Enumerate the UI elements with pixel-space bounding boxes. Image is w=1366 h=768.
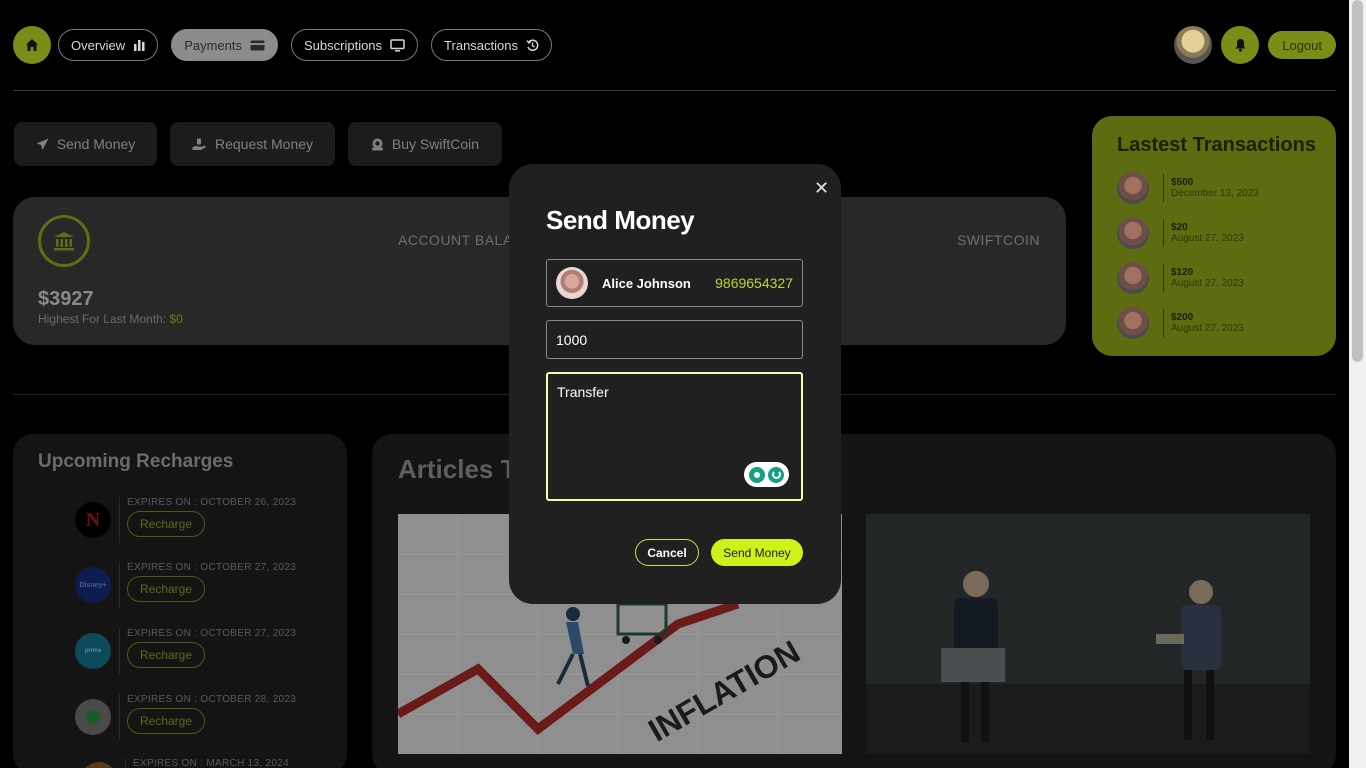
coins-icon	[371, 138, 383, 150]
service-logo	[81, 762, 117, 768]
upcoming-recharges-panel: Upcoming Recharges N EXPIRES ON : OCTOBE…	[13, 434, 347, 768]
avatar	[1117, 216, 1149, 249]
logout-button[interactable]: Logout	[1268, 31, 1336, 59]
latest-transactions-panel: Lastest Transactions $500 December 13, 20…	[1092, 116, 1336, 356]
send-money-modal: ✕ Send Money Alice Johnson 9869654327 Tr…	[509, 164, 841, 604]
divider	[1163, 173, 1164, 202]
latest-transactions-title: Lastest Transactions	[1117, 134, 1316, 156]
transaction-amount: $120	[1171, 266, 1194, 278]
divider	[119, 497, 120, 543]
recharge-expiry: EXPIRES ON : OCTOBER 27, 2023	[127, 562, 297, 573]
avatar	[556, 267, 588, 299]
buy-swiftcoin-action-button[interactable]: Buy SwiftCoin	[348, 122, 502, 166]
transaction-row[interactable]: $20 August 27, 2023	[1117, 210, 1311, 255]
recipient-field[interactable]: Alice Johnson 9869654327	[546, 259, 803, 307]
bar-chart-icon	[134, 40, 145, 51]
upcoming-recharges-title: Upcoming Recharges	[38, 451, 234, 472]
recharge-expiry: EXPIRES ON : OCTOBER 26, 2023	[127, 497, 297, 508]
recipient-name: Alice Johnson	[602, 275, 691, 291]
divider	[119, 562, 120, 608]
transaction-date: August 27, 2023	[1171, 277, 1244, 289]
grammar-assistant-widget[interactable]	[744, 462, 789, 487]
recharge-button[interactable]: Recharge	[127, 511, 205, 537]
nav-transactions-label: Transactions	[444, 37, 518, 53]
balance-amount: $3927	[38, 288, 94, 310]
bank-icon	[54, 232, 74, 251]
divider	[119, 628, 120, 674]
home-button[interactable]	[13, 26, 51, 64]
nav-subscriptions[interactable]: Subscriptions	[291, 29, 419, 61]
balance-highest-value: $0	[169, 312, 183, 326]
business-illustration	[866, 514, 1310, 754]
buy-swiftcoin-action-label: Buy SwiftCoin	[391, 136, 480, 152]
modal-title: Send Money	[546, 205, 695, 235]
nav-payments-label: Payments	[184, 37, 242, 53]
balance-highest: Highest For Last Month: $0	[38, 312, 183, 326]
recipient-phone: 9869654327	[715, 275, 793, 291]
transaction-row[interactable]: $120 August 27, 2023	[1117, 255, 1311, 300]
close-icon[interactable]: ✕	[814, 179, 829, 197]
divider	[13, 90, 1336, 91]
bank-icon-ring	[38, 215, 90, 267]
nav-right: Logout	[1174, 26, 1336, 64]
user-avatar[interactable]	[1174, 26, 1213, 64]
spotify-logo	[75, 699, 111, 735]
avatar	[1117, 261, 1149, 294]
transaction-date: August 27, 2023	[1171, 322, 1244, 334]
transaction-row[interactable]: $500 December 13, 2023	[1117, 165, 1311, 210]
transaction-row[interactable]: $200 August 27, 2023	[1117, 300, 1311, 345]
recharge-expiry: EXPIRES ON : MARCH 13, 2024	[133, 758, 289, 768]
nav-subscriptions-label: Subscriptions	[304, 37, 383, 53]
divider	[1163, 308, 1164, 337]
netflix-logo: N	[75, 502, 111, 538]
send-money-action-label: Send Money	[56, 136, 136, 152]
send-money-button[interactable]: Send Money	[711, 539, 803, 566]
recharge-button[interactable]: Recharge	[127, 576, 205, 602]
bell-icon	[1235, 39, 1246, 52]
monitor-icon	[390, 38, 405, 51]
transaction-date: August 27, 2023	[1171, 232, 1244, 244]
nav-transactions[interactable]: Transactions	[431, 29, 552, 61]
divider	[1163, 218, 1164, 247]
recharge-button[interactable]: Recharge	[127, 642, 205, 668]
history-icon	[526, 39, 539, 51]
article-image-business[interactable]	[866, 514, 1310, 754]
request-money-action-label: Request Money	[214, 136, 314, 152]
transaction-amount: $20	[1171, 221, 1188, 233]
nav-overview-label: Overview	[71, 37, 126, 53]
cancel-button[interactable]: Cancel	[635, 539, 699, 566]
request-money-action-button[interactable]: Request Money	[170, 122, 335, 166]
amount-input[interactable]	[546, 320, 803, 359]
recharge-expiry: EXPIRES ON : OCTOBER 27, 2023	[127, 628, 297, 639]
avatar	[1117, 306, 1149, 339]
disney-hotstar-logo: Disney+	[75, 567, 111, 603]
divider	[1163, 263, 1164, 292]
spinner-icon	[768, 466, 785, 483]
top-nav: Overview Payments Subscriptions Transact…	[13, 26, 565, 64]
balance-highest-label: Highest For Last Month:	[38, 312, 170, 326]
home-icon	[26, 39, 38, 51]
recharge-button[interactable]: Recharge	[127, 708, 205, 734]
page-scrollbar[interactable]	[1349, 0, 1366, 768]
divider	[125, 758, 126, 768]
divider	[119, 694, 120, 740]
scrollbar-thumb[interactable]	[1352, 0, 1363, 362]
paper-plane-icon	[36, 138, 49, 150]
credit-card-icon	[250, 40, 265, 50]
prime-video-logo: prime	[75, 633, 111, 669]
nav-overview[interactable]: Overview	[58, 29, 159, 61]
transaction-amount: $200	[1171, 311, 1194, 323]
recharge-expiry: EXPIRES ON : OCTOBER 28, 2023	[127, 694, 297, 705]
transaction-date: December 13, 2023	[1171, 187, 1259, 199]
lightbulb-icon	[748, 466, 765, 483]
send-money-action-button[interactable]: Send Money	[14, 122, 157, 166]
notifications-button[interactable]	[1221, 26, 1260, 64]
hand-holding-dollar-icon	[192, 138, 206, 150]
swiftcoin-label: SWIFTCOIN	[956, 232, 1040, 248]
avatar	[1117, 171, 1149, 204]
transaction-amount: $500	[1171, 176, 1194, 188]
nav-payments[interactable]: Payments	[171, 29, 278, 61]
